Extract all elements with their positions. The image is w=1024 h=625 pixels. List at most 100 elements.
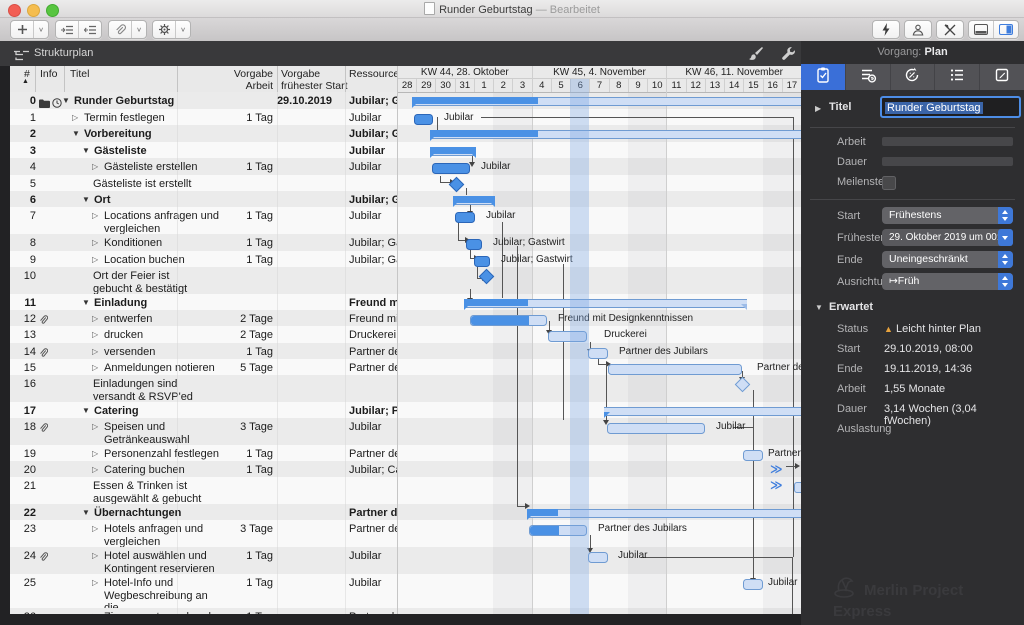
offscreen-indicator-icon[interactable]: ≫	[770, 480, 783, 490]
collapse-triangle-icon[interactable]: ▼	[82, 298, 90, 307]
sort-indicator-icon[interactable]: ▲	[22, 78, 29, 85]
paperclip-icon[interactable]	[109, 21, 132, 38]
indent-icon[interactable]	[56, 21, 79, 38]
fruehestens-date-field[interactable]: 29. Oktober 2019 um 00:00	[882, 229, 1013, 246]
collapse-triangle-icon[interactable]: ▼	[82, 146, 90, 155]
gantt-group-bar[interactable]	[430, 130, 801, 139]
ende-popup[interactable]: Uneingeschränkt	[882, 251, 1013, 268]
outdent-icon[interactable]	[79, 21, 101, 38]
leaf-triangle-icon[interactable]: ▷	[92, 162, 98, 171]
collapse-triangle-icon[interactable]: ▼	[82, 508, 90, 517]
dependency-line	[590, 535, 591, 548]
gantt-task-bar[interactable]	[588, 552, 608, 563]
task-work: 1 Tag	[180, 237, 273, 250]
row-number: 9	[10, 254, 36, 267]
dauer-field[interactable]	[882, 157, 1013, 166]
auslastung-label: Auslastung	[837, 423, 891, 435]
titel-input[interactable]: Runder Geburtstag	[880, 96, 1021, 118]
collapse-triangle-icon[interactable]: ▼	[62, 96, 70, 105]
tab-finanzen[interactable]	[846, 64, 891, 90]
row-number: 2	[10, 128, 36, 141]
tab-notizen[interactable]	[980, 64, 1024, 90]
week-header-cell[interactable]: KW 44, 28. Oktober	[397, 66, 532, 79]
gantt-task-bar[interactable]	[588, 348, 608, 359]
ausrichtung-popup[interactable]: ↦Früh	[882, 273, 1013, 290]
gantt-task-bar[interactable]	[455, 212, 475, 223]
gear-icon[interactable]	[153, 21, 176, 38]
leaf-triangle-icon[interactable]: ▷	[92, 465, 98, 474]
offscreen-indicator-icon[interactable]: ≫	[770, 464, 783, 474]
leaf-triangle-icon[interactable]: ▷	[92, 330, 98, 339]
gantt-task-bar[interactable]	[470, 315, 547, 326]
leaf-triangle-icon[interactable]: ▷	[72, 113, 78, 122]
col-header-titel[interactable]: Titel	[70, 68, 89, 80]
titel-disclosure-icon[interactable]: ▶	[815, 104, 821, 113]
gantt-task-bar[interactable]	[466, 239, 482, 250]
task-work: 1 Tag	[180, 464, 273, 477]
gantt-milestone[interactable]	[735, 377, 751, 393]
add-menu-chevron-icon[interactable]: ∨	[34, 21, 48, 38]
col-header-start[interactable]: Vorgabefrühester Start	[281, 68, 348, 92]
gantt-task-bar[interactable]	[743, 450, 763, 461]
erwartet-disclosure-icon[interactable]: ▼	[815, 303, 823, 312]
gantt-task-bar[interactable]	[743, 579, 763, 590]
gantt-task-bar[interactable]	[608, 364, 742, 375]
dependency-line	[470, 289, 471, 298]
collapse-triangle-icon[interactable]: ▼	[82, 406, 90, 415]
panel-bottom-icon[interactable]	[969, 21, 994, 38]
leaf-triangle-icon[interactable]: ▷	[92, 524, 98, 533]
meilenstein-checkbox[interactable]	[882, 176, 896, 190]
gantt-task-bar[interactable]	[432, 163, 470, 174]
leaf-triangle-icon[interactable]: ▷	[92, 449, 98, 458]
gantt-task-bar[interactable]	[414, 114, 433, 125]
tab-gliederung[interactable]	[935, 64, 980, 90]
tab-vorgang[interactable]	[801, 64, 846, 90]
gantt-group-bar[interactable]	[527, 509, 801, 518]
settings-menu-chevron-icon[interactable]: ∨	[176, 21, 190, 38]
panel-right-icon[interactable]	[994, 21, 1018, 38]
start-popup[interactable]: Frühestens	[882, 207, 1013, 224]
leaf-triangle-icon[interactable]: ▷	[92, 238, 98, 247]
gantt-milestone[interactable]	[479, 269, 495, 285]
gantt-task-bar[interactable]	[529, 525, 587, 536]
leaf-triangle-icon[interactable]: ▷	[92, 612, 98, 614]
collapse-triangle-icon[interactable]: ▼	[72, 129, 80, 138]
col-header-info[interactable]: Info	[40, 68, 58, 80]
arbeit-field[interactable]	[882, 137, 1013, 146]
group-cap	[741, 304, 747, 310]
col-header-arbeit[interactable]: VorgabeArbeit	[180, 68, 273, 92]
gantt-task-bar[interactable]	[474, 256, 490, 267]
gantt-task-bar[interactable]	[548, 331, 587, 342]
week-header-cell[interactable]: KW 45, 4. November	[532, 66, 667, 79]
leaf-triangle-icon[interactable]: ▷	[92, 363, 98, 372]
leaf-triangle-icon[interactable]: ▷	[92, 255, 98, 264]
actions-button[interactable]	[872, 20, 900, 39]
gantt-group-bar[interactable]	[604, 407, 801, 416]
utilities-button[interactable]	[936, 20, 964, 39]
wrench-icon[interactable]	[781, 47, 796, 66]
leaf-triangle-icon[interactable]: ▷	[92, 578, 98, 587]
leaf-triangle-icon[interactable]: ▷	[92, 551, 98, 560]
row-number: 21	[10, 480, 36, 493]
add-button[interactable]	[11, 21, 34, 38]
view-label[interactable]: Strukturplan	[34, 47, 93, 59]
brush-icon[interactable]	[748, 47, 763, 66]
gantt-group-bar[interactable]	[412, 97, 801, 106]
resources-button[interactable]	[904, 20, 932, 39]
leaf-triangle-icon[interactable]: ▷	[92, 211, 98, 220]
leaf-triangle-icon[interactable]: ▷	[92, 422, 98, 431]
week-header-cell[interactable]: KW 46, 11. November	[666, 66, 801, 79]
outline-view-icon[interactable]	[14, 48, 29, 66]
tab-fortschritt[interactable]	[891, 64, 936, 90]
row-number: 3	[10, 145, 36, 158]
popup-chevrons-icon	[998, 251, 1013, 268]
collapse-triangle-icon[interactable]: ▼	[82, 195, 90, 204]
gantt-group-bar[interactable]	[464, 299, 747, 308]
attach-menu-chevron-icon[interactable]: ∨	[132, 21, 146, 38]
task-resources: Partner des	[349, 507, 397, 520]
leaf-triangle-icon[interactable]: ▷	[92, 314, 98, 323]
erwartet-header: Erwartet	[829, 301, 873, 313]
gantt-task-bar[interactable]	[794, 482, 801, 493]
leaf-triangle-icon[interactable]: ▷	[92, 347, 98, 356]
gantt-task-bar[interactable]	[607, 423, 705, 434]
